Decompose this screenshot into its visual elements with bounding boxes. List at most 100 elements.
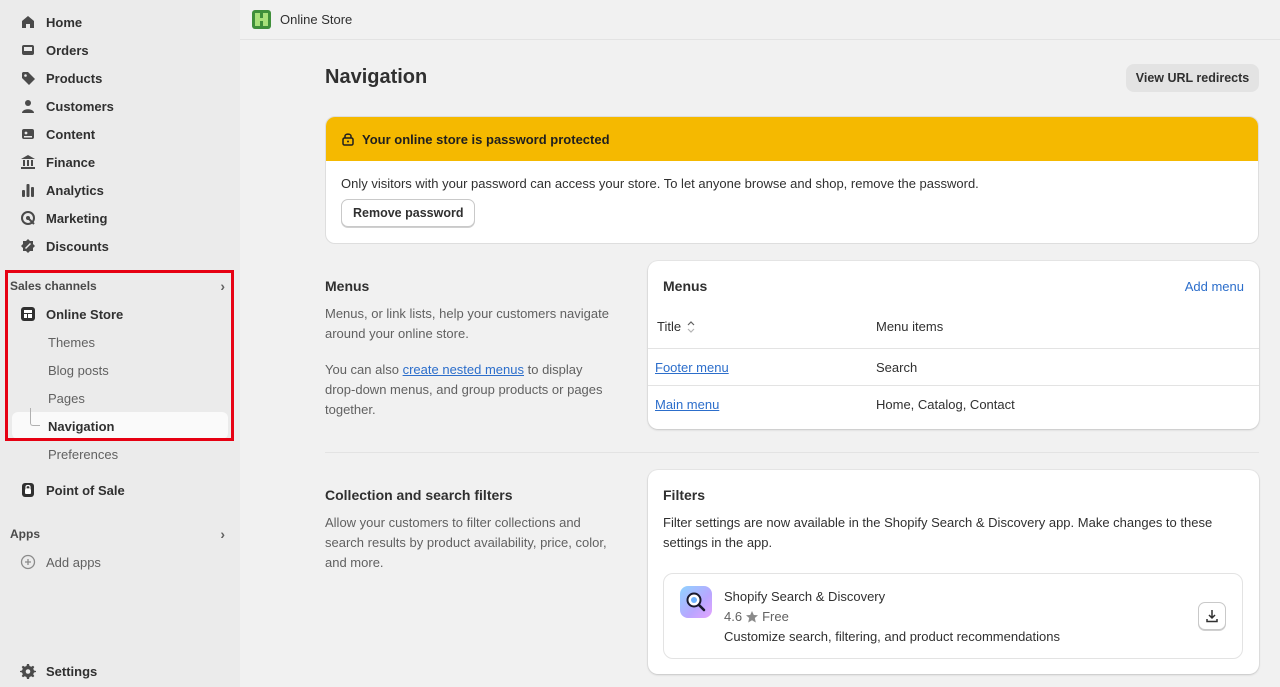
app-price: Free — [762, 609, 789, 624]
image-icon — [20, 126, 36, 142]
sidebar-item-orders[interactable]: Orders — [20, 38, 89, 62]
sidebar-item-analytics[interactable]: Analytics — [20, 178, 104, 202]
banner-header: Your online store is password protected — [326, 117, 1258, 161]
sidebar-subitem-blog-posts[interactable]: Blog posts — [48, 360, 109, 380]
sidebar-item-products[interactable]: Products — [20, 66, 102, 90]
sidebar-item-label: Products — [46, 70, 103, 86]
footer-menu-link[interactable]: Footer menu — [655, 360, 729, 375]
person-icon — [20, 98, 36, 114]
table-row-title: Main menu — [655, 397, 719, 412]
sidebar-subitem-preferences[interactable]: Preferences — [48, 444, 118, 464]
inbox-icon — [20, 42, 36, 58]
sidebar-item-label: Customers — [46, 98, 114, 114]
apps-label: Apps — [10, 527, 40, 541]
menus-card-title: Menus — [663, 278, 708, 294]
sidebar-item-label: Online Store — [46, 306, 124, 322]
download-icon — [1206, 610, 1218, 623]
banner-body: Only visitors with your password can acc… — [326, 161, 1258, 242]
app-card[interactable]: Shopify Search & Discovery 4.6 Free Cust… — [663, 573, 1243, 659]
sidebar-item-label: Orders — [46, 42, 89, 58]
tag-icon — [20, 70, 36, 86]
plus-circle-icon — [20, 554, 36, 570]
filters-card: Filters Filter settings are now availabl… — [648, 470, 1259, 674]
rating-value: 4.6 — [724, 609, 743, 624]
sidebar-subitem-label: Themes — [48, 334, 95, 350]
sidebar-item-discounts[interactable]: Discounts — [20, 234, 109, 258]
sidebar-item-label: Settings — [46, 663, 98, 679]
banner-message: Only visitors with your password can acc… — [341, 176, 979, 191]
app-description: Customize search, filtering, and product… — [724, 629, 1060, 644]
add-menu-link[interactable]: Add menu — [1185, 279, 1244, 294]
sidebar-item-label: Marketing — [46, 210, 108, 226]
install-app-button[interactable] — [1198, 602, 1226, 630]
table-row-title: Footer menu — [655, 360, 729, 375]
menus-card: Menus Add menu Title Menu items Footer m… — [648, 261, 1259, 429]
chevron-right-icon: › — [220, 278, 225, 294]
row-divider — [648, 348, 1259, 349]
sidebar-subitem-label: Blog posts — [48, 362, 109, 378]
sidebar-item-point-of-sale[interactable]: Point of Sale — [20, 478, 125, 502]
sidebar-item-finance[interactable]: Finance — [20, 150, 95, 174]
bank-icon — [20, 154, 36, 170]
sidebar-item-online-store[interactable]: Online Store — [20, 302, 123, 326]
filters-section-title: Collection and search filters — [325, 487, 513, 503]
active-item-highlight — [12, 412, 228, 439]
sidebar-item-content[interactable]: Content — [20, 122, 95, 146]
sidebar-subitem-label: Preferences — [48, 446, 119, 462]
row-divider — [648, 385, 1259, 386]
search-discovery-app-icon — [680, 586, 712, 618]
star-icon — [746, 610, 759, 622]
menus-section-description: Menus, or link lists, help your customer… — [325, 304, 615, 420]
sidebar-item-label: Analytics — [46, 182, 104, 198]
sidebar-item-label: Home — [46, 14, 83, 30]
sidebar-subitem-navigation[interactable]: Navigation — [48, 416, 114, 436]
top-bar: Online Store — [240, 0, 1280, 40]
sidebar: Home Orders Products Customers Content F… — [0, 0, 240, 687]
pos-icon — [20, 482, 36, 498]
discount-icon — [20, 238, 36, 254]
store-title: Online Store — [280, 12, 353, 27]
home-icon — [20, 14, 36, 30]
sales-channels-header[interactable]: Sales channels › — [10, 276, 225, 296]
main-menu-link[interactable]: Main menu — [655, 397, 719, 412]
sidebar-item-settings[interactable]: Settings — [20, 659, 97, 683]
filters-card-title: Filters — [663, 487, 706, 503]
remove-password-button[interactable]: Remove password — [341, 199, 476, 227]
create-nested-menus-link[interactable]: create nested menus — [403, 362, 524, 377]
sort-icon — [687, 320, 695, 333]
section-divider — [325, 452, 1259, 453]
title-column-header[interactable]: Title — [657, 319, 695, 334]
filters-card-description: Filter settings are now available in the… — [663, 515, 1213, 550]
column-label: Title — [657, 319, 682, 334]
sales-channels-label: Sales channels — [10, 279, 97, 293]
table-row-items: Home, Catalog, Contact — [876, 397, 1015, 412]
banner-title: Your online store is password protected — [362, 131, 610, 147]
sidebar-subitem-themes[interactable]: Themes — [48, 332, 95, 352]
sidebar-item-label: Add apps — [46, 554, 101, 570]
app-name: Shopify Search & Discovery — [724, 589, 886, 604]
menus-desc-nested: You can also create nested menus to disp… — [325, 360, 615, 420]
sidebar-item-add-apps[interactable]: Add apps — [20, 550, 101, 574]
chevron-right-icon: › — [220, 526, 225, 542]
sidebar-item-customers[interactable]: Customers — [20, 94, 114, 118]
tree-connector — [30, 408, 40, 426]
sidebar-subitem-label: Pages — [48, 390, 85, 406]
password-banner: Your online store is password protected … — [325, 116, 1259, 244]
lock-icon — [342, 133, 354, 146]
app-rating: 4.6 Free — [724, 609, 789, 624]
bar-chart-icon — [20, 182, 36, 198]
sidebar-item-label: Finance — [46, 154, 96, 170]
target-icon — [20, 210, 36, 226]
sidebar-subitem-pages[interactable]: Pages — [48, 388, 85, 408]
sidebar-subitem-label: Navigation — [48, 418, 115, 434]
desc-prefix: You can also — [325, 362, 403, 377]
menu-items-column-header: Menu items — [876, 319, 944, 334]
sidebar-item-home[interactable]: Home — [20, 10, 82, 34]
gear-icon — [20, 663, 36, 679]
store-icon — [20, 306, 36, 322]
page-title: Navigation — [325, 66, 428, 88]
sidebar-item-marketing[interactable]: Marketing — [20, 206, 107, 230]
sidebar-item-label: Point of Sale — [46, 482, 125, 498]
view-url-redirects-button[interactable]: View URL redirects — [1126, 64, 1259, 92]
apps-header[interactable]: Apps › — [10, 524, 225, 544]
